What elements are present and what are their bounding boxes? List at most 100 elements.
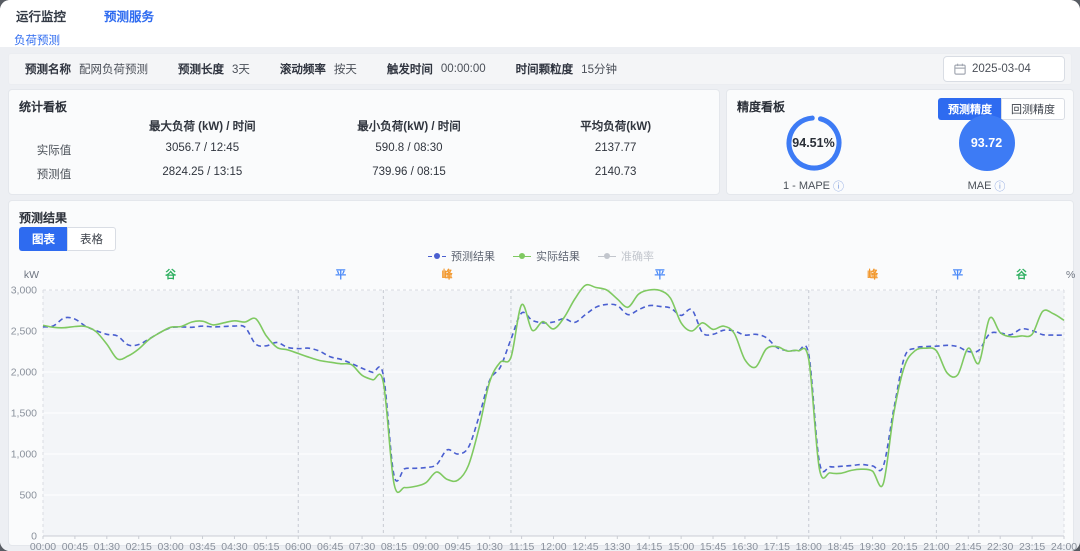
stats-row-label: 实际值 xyxy=(9,142,99,155)
config-field-value: 3天 xyxy=(232,61,250,77)
stats-panel-title: 统计看板 xyxy=(19,98,67,115)
sub-nav: 负荷预测 xyxy=(0,31,1080,47)
config-field-2: 滚动频率按天 xyxy=(280,61,357,77)
y-axis-tick-label: 1,000 xyxy=(11,449,37,461)
chart-legend: 预测结果 实际结果 准确率 xyxy=(9,248,1073,264)
tab-forecast-service[interactable]: 预测服务 xyxy=(102,0,156,34)
mae-gauge: 93.72 MAEⓘ xyxy=(917,114,1057,194)
y-axis-tick-label: 1,500 xyxy=(11,408,37,420)
x-axis-tick-label: 00:45 xyxy=(62,541,88,551)
legend-item-预测结果[interactable]: 预测结果 xyxy=(428,248,495,264)
config-field-value: 配网负荷预测 xyxy=(79,61,148,77)
config-field-label: 触发时间 xyxy=(387,61,433,77)
tou-period-label: 平 xyxy=(654,268,665,281)
config-field-label: 预测长度 xyxy=(178,61,224,77)
config-field-label: 时间颗粒度 xyxy=(516,61,574,77)
forecast-chart[interactable]: 05001,0001,5002,0002,5003,000谷平峰平峰平谷kW%0… xyxy=(17,265,1065,551)
tab-monitoring[interactable]: 运行监控 xyxy=(14,0,68,34)
gauge-label-text: 1 - MAPE xyxy=(783,180,830,192)
forecast-config-bar: 预测名称配网负荷预测 预测长度 3天 滚动频率按天 触发时间 00:00:00 时间颗粒度 1… xyxy=(8,53,1072,85)
x-axis-tick-label: 04:30 xyxy=(221,541,247,551)
x-axis-tick-label: 09:00 xyxy=(413,541,439,551)
x-axis-tick-label: 17:15 xyxy=(764,541,790,551)
tou-period-label: 峰 xyxy=(442,267,454,281)
stats-corner-cell xyxy=(9,118,99,131)
config-field-label: 滚动频率 xyxy=(280,61,326,77)
tou-period-label: 谷 xyxy=(1016,267,1028,281)
legend-marker-dot xyxy=(519,253,525,259)
x-axis-tick-label: 13:30 xyxy=(604,541,630,551)
results-panel-title: 预测结果 xyxy=(19,209,67,226)
x-axis-tick-label: 09:45 xyxy=(445,541,471,551)
x-axis-tick-label: 22:30 xyxy=(987,541,1013,551)
x-axis-tick-label: 24:00 xyxy=(1051,541,1077,551)
x-axis-tick-label: 03:00 xyxy=(157,541,183,551)
config-fields: 预测名称配网负荷预测 预测长度 3天 滚动频率按天 触发时间 00:00:00 时间颗粒度 1… xyxy=(9,61,943,77)
x-axis-tick-label: 00:00 xyxy=(30,541,56,551)
gauge-value: 94.51% xyxy=(785,114,843,172)
stats-row-label: 预测值 xyxy=(9,166,99,179)
stats-value-cell: 739.96 / 08:15 xyxy=(306,166,513,179)
stats-value-cell: 2140.73 xyxy=(512,166,719,179)
results-panel: 预测结果 图表表格 预测结果实际结果准确率 05001,0001,5002,00… xyxy=(8,200,1074,546)
config-field-value: 15分钟 xyxy=(581,61,617,77)
legend-item-准确率[interactable]: 准确率 xyxy=(598,248,654,264)
legend-item-label: 准确率 xyxy=(621,248,654,264)
x-axis-tick-label: 15:45 xyxy=(700,541,726,551)
tou-period-label: 平 xyxy=(335,268,346,281)
info-icon[interactable]: ⓘ xyxy=(833,178,844,194)
accuracy-panel: 精度看板 预测精度回测精度 94.51%1 - MAPEⓘ93.72MAEⓘ xyxy=(726,89,1074,195)
x-axis-tick-label: 14:15 xyxy=(636,541,662,551)
info-icon[interactable]: ⓘ xyxy=(994,178,1005,194)
stats-column-header: 平均负荷(kW) xyxy=(512,118,719,131)
accuracy-panel-title: 精度看板 xyxy=(737,98,785,115)
stats-value-cell: 590.8 / 08:30 xyxy=(306,142,513,155)
x-axis-tick-label: 02:15 xyxy=(126,541,152,551)
y-axis-unit-label: kW xyxy=(24,269,39,281)
x-axis-tick-label: 21:00 xyxy=(923,541,949,551)
breadcrumb-load-forecast[interactable]: 负荷预测 xyxy=(14,35,60,47)
gauge-value: 93.72 xyxy=(958,114,1016,172)
config-field-0: 预测名称配网负荷预测 xyxy=(25,61,148,77)
x-axis-tick-label: 18:45 xyxy=(828,541,854,551)
date-picker[interactable]: 2025-03-04 xyxy=(943,56,1065,82)
y-axis-tick-label: 500 xyxy=(19,490,37,502)
gauge-label: MAEⓘ xyxy=(968,178,1006,194)
gauge-label: 1 - MAPEⓘ xyxy=(783,178,844,194)
stats-value-cell: 2137.77 xyxy=(512,142,719,155)
top-nav-bar: 运行监控预测服务 xyxy=(0,0,1080,31)
legend-item-label: 实际结果 xyxy=(536,248,580,264)
x-axis-tick-label: 08:15 xyxy=(381,541,407,551)
tou-period-label: 平 xyxy=(952,268,963,281)
x-axis-tick-label: 07:30 xyxy=(349,541,375,551)
x-axis-tick-label: 23:15 xyxy=(1019,541,1045,551)
stats-panel: 统计看板 最大负荷 (kW) / 时间最小负荷(kW) / 时间平均负荷(kW)… xyxy=(8,89,720,195)
x-axis-tick-label: 11:15 xyxy=(509,541,535,551)
config-field-3: 触发时间 00:00:00 xyxy=(387,61,486,77)
x-axis-tick-label: 18:00 xyxy=(796,541,822,551)
app-window: 运行监控预测服务 负荷预测 预测名称配网负荷预测 预测长度 3天 滚动频率按天 触发时间… xyxy=(0,0,1080,551)
mape-gauge: 94.51% 1 - MAPEⓘ xyxy=(744,114,884,194)
y-axis-tick-label: 3,000 xyxy=(11,285,37,297)
x-axis-tick-label: 12:00 xyxy=(540,541,566,551)
legend-marker-dot xyxy=(604,253,610,259)
tou-period-label: 峰 xyxy=(867,267,879,281)
x-axis-tick-label: 19:30 xyxy=(859,541,885,551)
x-axis-tick-label: 05:15 xyxy=(253,541,279,551)
date-picker-value: 2025-03-04 xyxy=(972,63,1031,75)
x-axis-tick-label: 01:30 xyxy=(94,541,120,551)
y-axis-tick-label: 2,000 xyxy=(11,367,37,379)
legend-marker-dot xyxy=(434,253,440,259)
legend-marker xyxy=(513,252,531,260)
x-axis-tick-label: 10:30 xyxy=(477,541,503,551)
legend-item-实际结果[interactable]: 实际结果 xyxy=(513,248,580,264)
x-axis-tick-label: 15:00 xyxy=(668,541,694,551)
accuracy-gauges: 94.51%1 - MAPEⓘ93.72MAEⓘ xyxy=(727,114,1073,194)
config-field-value: 00:00:00 xyxy=(441,63,486,75)
top-tabs: 运行监控预测服务 xyxy=(0,0,1080,31)
calendar-icon xyxy=(954,63,966,75)
x-axis-tick-label: 06:45 xyxy=(317,541,343,551)
stats-column-header: 最大负荷 (kW) / 时间 xyxy=(99,118,306,131)
stats-table: 最大负荷 (kW) / 时间最小负荷(kW) / 时间平均负荷(kW)实际值30… xyxy=(9,118,719,179)
config-field-4: 时间颗粒度 15分钟 xyxy=(516,61,617,77)
